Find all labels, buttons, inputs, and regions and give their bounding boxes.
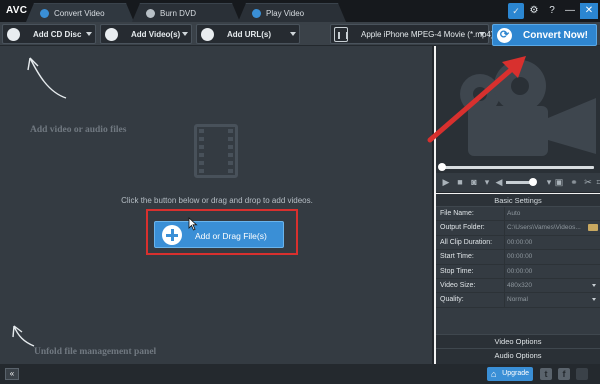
playback-controls: ▶ ■ ◙ ▾ ◀ ▾ ▣ ⚭ ✂ ⌗ <box>436 173 600 193</box>
convert-now-label: Convert Now! <box>523 30 588 41</box>
output-format-select[interactable]: Apple iPhone MPEG-4 Movie (*.mp4) <box>330 24 494 44</box>
setting-row-file-name: File Name: Auto <box>436 207 600 222</box>
setting-row-output-folder: Output Folder: C:\Users\Vames\Videos... <box>436 221 600 236</box>
mute-dropdown-icon[interactable]: ▾ <box>544 177 554 187</box>
refresh-icon: ⟳ <box>497 28 512 43</box>
empty-state-message: Click the button below or drag and drop … <box>121 196 313 205</box>
phone-format-icon <box>334 27 348 42</box>
tab-convert-video[interactable]: Convert Video <box>26 3 134 22</box>
output-folder-field[interactable]: C:\Users\Vames\Videos... <box>504 221 600 236</box>
plus-icon <box>162 225 182 245</box>
setting-row-stop-time: Stop Time: 00:00:00 <box>436 264 600 279</box>
add-videos-label: Add Video(s) <box>131 30 181 39</box>
tab-burn-dvd[interactable]: Burn DVD <box>132 3 240 22</box>
upgrade-button[interactable]: Upgrade <box>487 367 533 381</box>
seek-track[interactable] <box>442 166 594 169</box>
setting-label: Video Size: <box>440 281 476 289</box>
window-controls: ✓ ⚙ ? — ✕ <box>508 2 598 20</box>
video-size-select[interactable]: 480x320 <box>504 278 600 293</box>
convert-now-button[interactable]: ⟳ Convert Now! <box>492 24 597 46</box>
annotation-arrows <box>12 57 67 347</box>
film-strip-icon <box>194 124 238 178</box>
basic-settings-header: Basic Settings <box>436 194 600 207</box>
cd-disc-icon <box>7 28 20 41</box>
basic-settings-panel: File Name: Auto Output Folder: C:\Users\… <box>436 207 600 334</box>
snapshot-dropdown-icon[interactable]: ▾ <box>482 177 492 187</box>
setting-row-quality: Quality: Normal <box>436 293 600 308</box>
crop-icon[interactable]: ✂ <box>583 177 593 187</box>
setting-label: Start Time: <box>440 253 474 261</box>
setting-label: Stop Time: <box>440 267 474 275</box>
play-icon[interactable]: ▶ <box>441 177 451 187</box>
fullscreen-icon[interactable]: ▣ <box>554 177 564 187</box>
globe-icon <box>201 28 214 41</box>
volume-icon[interactable]: ◀ <box>494 177 504 187</box>
play-video-icon <box>252 9 261 18</box>
app-logo: AVC <box>6 5 28 16</box>
burn-dvd-icon <box>146 9 155 18</box>
start-time-field[interactable]: 00:00:00 <box>504 250 600 265</box>
add-video-icon <box>105 28 118 41</box>
setting-label: All Clip Duration: <box>440 238 493 246</box>
twitter-icon[interactable]: t <box>540 368 552 380</box>
more-icon[interactable] <box>576 368 588 380</box>
close-icon[interactable]: ✕ <box>580 3 598 19</box>
setting-row-video-size: Video Size: 480x320 <box>436 278 600 294</box>
tab-play-video[interactable]: Play Video <box>238 3 346 22</box>
all-clip-duration-field: 00:00:00 <box>504 235 600 250</box>
add-files-hint: Add video or audio files <box>30 125 127 135</box>
setting-label: File Name: <box>440 210 474 217</box>
setting-label: Output Folder: <box>440 224 485 232</box>
clip-icon[interactable]: ⌗ <box>594 177 600 187</box>
setting-label: Quality: <box>440 296 464 304</box>
tab-label: Convert Video <box>54 9 105 18</box>
unfold-panel-button[interactable]: « <box>5 368 19 380</box>
unfold-panel-hint: Unfold file management panel <box>34 347 157 357</box>
add-or-drag-files-label: Add or Drag File(s) <box>195 231 267 241</box>
video-options-button[interactable]: Video Options <box>436 334 600 348</box>
chevron-down-icon[interactable] <box>86 32 92 36</box>
quality-select[interactable]: Normal <box>504 293 600 308</box>
add-or-drag-files-button[interactable]: Add or Drag File(s) <box>154 221 284 248</box>
settings-gear-icon[interactable]: ⚙ <box>526 3 542 19</box>
title-bar: AVC Convert Video Burn DVD Play Video ✓ … <box>0 0 600 22</box>
help-icon[interactable]: ? <box>544 3 560 19</box>
add-cd-disc-button[interactable]: Add CD Disc <box>2 24 96 44</box>
chevron-down-icon[interactable] <box>182 32 188 36</box>
effects-icon[interactable]: ⚭ <box>569 177 579 187</box>
stop-icon[interactable]: ■ <box>455 177 465 187</box>
video-preview <box>436 46 600 163</box>
tab-label: Play Video <box>266 9 305 18</box>
audio-options-button[interactable]: Audio Options <box>436 348 600 364</box>
add-videos-button[interactable]: Add Video(s) <box>100 24 192 44</box>
file-list-area[interactable]: Add video or audio files Click the butto… <box>0 46 434 364</box>
setting-row-start-time: Start Time: 00:00:00 <box>436 250 600 265</box>
seek-knob[interactable] <box>438 163 446 171</box>
chevron-down-icon[interactable] <box>479 32 485 36</box>
output-format-label: Apple iPhone MPEG-4 Movie (*.mp4) <box>361 30 494 39</box>
minimize-icon[interactable]: — <box>562 3 578 19</box>
folder-icon[interactable] <box>588 224 598 232</box>
snapshot-icon[interactable]: ◙ <box>469 177 479 187</box>
add-urls-button[interactable]: Add URL(s) <box>196 24 300 44</box>
preview-film-icon <box>460 60 596 156</box>
stop-time-field[interactable]: 00:00:00 <box>504 264 600 279</box>
store-icon[interactable]: ✓ <box>508 3 524 19</box>
add-urls-label: Add URL(s) <box>227 30 271 39</box>
setting-row-all-clip-duration: All Clip Duration: 00:00:00 <box>436 235 600 251</box>
preview-seekbar[interactable] <box>436 163 600 173</box>
file-name-field[interactable]: Auto <box>504 207 600 221</box>
facebook-icon[interactable]: f <box>558 368 570 380</box>
bottom-bar: « Upgrade t f <box>0 364 600 384</box>
volume-knob[interactable] <box>529 178 537 186</box>
tab-label: Burn DVD <box>160 9 197 18</box>
convert-video-icon <box>40 9 49 18</box>
chevron-down-icon[interactable] <box>290 32 296 36</box>
mouse-cursor-icon <box>188 217 198 231</box>
add-cd-disc-label: Add CD Disc <box>33 30 82 39</box>
